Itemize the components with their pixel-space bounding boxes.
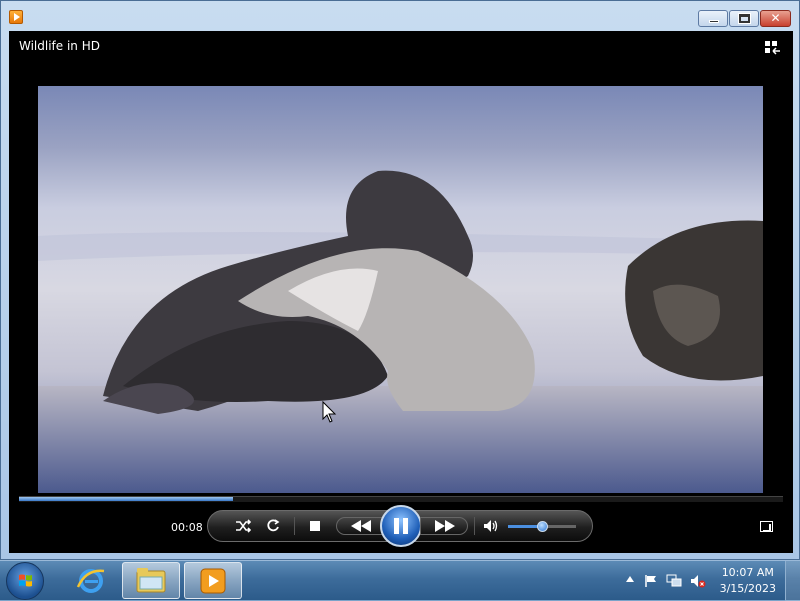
internet-explorer-icon: [76, 569, 105, 593]
taskbar: 10:07 AM 3/15/2023: [0, 560, 800, 601]
shuffle-button[interactable]: [228, 511, 258, 541]
volume-slider-thumb[interactable]: [537, 521, 548, 532]
title-bar[interactable]: ✕: [1, 1, 799, 31]
maximize-icon: [739, 14, 750, 23]
playback-controls: [207, 505, 593, 547]
seek-bar[interactable]: [19, 496, 783, 502]
repeat-icon: [267, 519, 280, 532]
pause-button[interactable]: [380, 505, 422, 547]
previous-icon: [346, 511, 376, 541]
clock-date: 3/15/2023: [719, 582, 776, 595]
close-icon: ✕: [770, 11, 781, 25]
media-player-window: ✕ Wildlife in HD 00:08: [0, 0, 800, 560]
player-area: Wildlife in HD 00:08: [9, 31, 793, 553]
network-icon[interactable]: [666, 574, 682, 588]
video-title: Wildlife in HD: [19, 39, 100, 53]
video-frame[interactable]: [38, 86, 763, 493]
mute-button[interactable]: [476, 511, 506, 541]
windows-media-player-icon[interactable]: [9, 10, 23, 24]
minimize-icon: [709, 20, 719, 23]
close-button[interactable]: ✕: [760, 10, 791, 27]
next-icon: [430, 511, 460, 541]
switch-to-library-icon[interactable]: [765, 41, 781, 55]
volume-icon: [484, 520, 498, 532]
show-desktop-button[interactable]: [785, 561, 800, 601]
clock[interactable]: 10:07 AM 3/15/2023: [720, 565, 776, 597]
volume-slider[interactable]: [508, 521, 576, 532]
separator: [294, 517, 295, 535]
shuffle-icon: [236, 519, 251, 533]
windows-explorer-button[interactable]: [122, 562, 180, 599]
minimize-button[interactable]: [698, 10, 728, 27]
internet-explorer-button[interactable]: [62, 562, 120, 599]
fullscreen-icon[interactable]: [760, 521, 773, 532]
start-button[interactable]: [6, 562, 44, 600]
show-hidden-icons-icon[interactable]: [626, 576, 634, 582]
action-center-flag-icon[interactable]: [644, 574, 658, 588]
elapsed-time: 00:08: [171, 521, 203, 534]
system-tray: 10:07 AM 3/15/2023: [600, 561, 800, 601]
stop-button[interactable]: [300, 511, 330, 541]
pause-icon: [392, 518, 410, 534]
volume-muted-icon[interactable]: [690, 574, 706, 588]
windows-logo-icon: [19, 574, 32, 587]
maximize-button[interactable]: [729, 10, 759, 27]
windows-explorer-icon: [136, 568, 166, 593]
repeat-button[interactable]: [258, 511, 288, 541]
seek-progress: [19, 497, 233, 501]
windows-media-player-button[interactable]: [184, 562, 242, 599]
clock-time: 10:07 AM: [721, 566, 774, 579]
window-controls: ✕: [698, 10, 791, 27]
stop-icon: [310, 521, 320, 531]
windows-media-player-icon: [200, 568, 226, 594]
separator: [474, 517, 475, 535]
